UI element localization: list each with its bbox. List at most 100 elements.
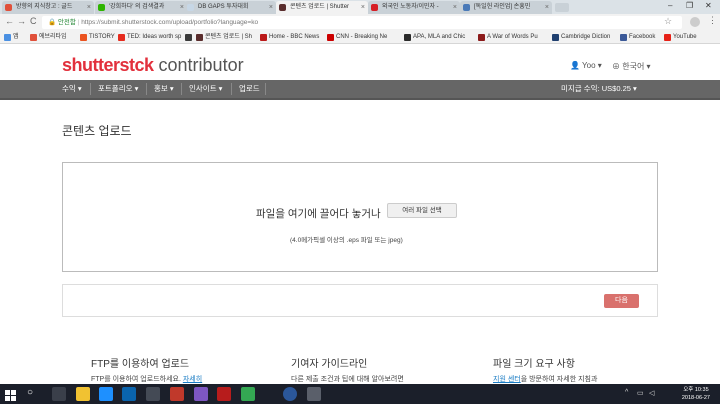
tray-chevron-icon[interactable]: ^: [625, 389, 628, 396]
shutterstock-logo[interactable]: shutterstck contributor: [62, 55, 244, 76]
contributor-guidelines-text: 다른 제출 조건과 팁에 대해 알아보려면: [291, 376, 404, 383]
next-button[interactable]: 다음: [604, 294, 639, 308]
nav-promote[interactable]: 홍보 ▾: [154, 80, 174, 98]
ftp-learn-more-link[interactable]: 자세히: [183, 376, 202, 383]
bookmark-icon: [30, 34, 37, 41]
bookmark-label: TED: Ideas worth sp: [127, 34, 182, 40]
nav-earnings[interactable]: 수익 ▾: [62, 80, 82, 98]
nav-bottom-border: [0, 98, 720, 100]
tab-label: DB GAPS 투자대회: [198, 4, 249, 10]
clock-time: 오후 10:35: [683, 387, 709, 393]
user-menu[interactable]: 👤 Yoo ▾: [570, 61, 602, 70]
pending-earnings[interactable]: 미지급 수익: US$0.25 ▾: [561, 80, 637, 98]
tab-close-icon[interactable]: ×: [87, 1, 91, 14]
nav-divider: [90, 83, 91, 95]
bookmark-label: CNN - Breaking Ne: [336, 34, 388, 40]
bookmark-label: 콘텐츠 업로드 | Sh: [205, 34, 253, 40]
browser-tab-active[interactable]: 콘텐츠 업로드 | Shutter ×: [276, 1, 368, 14]
tab-label: 방향의 지식창고 : 글드: [16, 4, 73, 10]
taskbar-app-icon[interactable]: [241, 387, 255, 401]
taskbar-app-icon[interactable]: [170, 387, 184, 401]
tab-label: [독일헌 라인업] 손흥민: [474, 4, 531, 10]
back-arrow-icon[interactable]: ←: [5, 16, 14, 26]
nav-upload[interactable]: 업로드: [239, 80, 260, 98]
upload-action-bar: [62, 284, 658, 317]
bookmark-item[interactable]: 콘텐츠 업로드 | Sh: [196, 33, 252, 42]
bookmark-item[interactable]: CNN - Breaking Ne: [327, 33, 387, 42]
browser-tab[interactable]: 외국인 노동자/이민자 - ×: [368, 1, 460, 14]
bookmark-label: A War of Words Pu: [487, 34, 538, 40]
search-icon[interactable]: ○: [27, 387, 39, 401]
browser-tab[interactable]: DB GAPS 투자대회 ×: [184, 1, 276, 14]
bookmark-item[interactable]: Home - BBC News: [260, 33, 319, 42]
word-icon[interactable]: [307, 387, 321, 401]
ftp-upload-text: FTP를 이용하여 업로드하세요. 자세히: [91, 374, 202, 384]
forward-arrow-icon[interactable]: →: [17, 16, 26, 26]
tab-label: '강희하다' 의 검색결과: [109, 4, 165, 10]
nav-portfolio[interactable]: 포트폴리오 ▾: [98, 80, 138, 98]
taskbar-app-icon[interactable]: [194, 387, 208, 401]
nav-insights[interactable]: 인사이트 ▾: [189, 80, 222, 98]
tab-label: 외국인 노동자/이민자 -: [382, 4, 439, 10]
bookmark-label: Cambridge Diction: [561, 34, 611, 40]
reload-icon[interactable]: C: [30, 16, 37, 26]
select-files-button[interactable]: 여러 파일 선택: [387, 203, 457, 218]
bookmark-item[interactable]: A War of Words Pu: [478, 33, 538, 42]
browser-tab[interactable]: '강희하다' 의 검색결과 ×: [95, 1, 187, 14]
bookmark-label: 앱: [13, 34, 19, 40]
bookmarks-bar: 앱 에브리타임 TISTORY TED: Ideas worth sp 콘텐츠 …: [0, 31, 720, 44]
windows-icon[interactable]: [5, 388, 16, 401]
chrome-icon[interactable]: [283, 387, 297, 401]
nav-divider: [146, 83, 147, 95]
bookmark-item[interactable]: TISTORY: [80, 33, 115, 42]
bookmark-item[interactable]: 앱: [4, 33, 19, 42]
internet-explorer-icon[interactable]: [99, 387, 113, 401]
language-label: 한국어 ▾: [622, 62, 651, 71]
bookmark-item[interactable]: 에브리타임: [30, 33, 67, 42]
taskbar-clock[interactable]: 오후 10:35 2018-06-27: [682, 386, 710, 402]
close-window-icon[interactable]: ✕: [705, 1, 712, 10]
tab-close-icon[interactable]: ×: [361, 1, 365, 14]
browser-tab-strip: 방향의 지식창고 : 글드 × '강희하다' 의 검색결과 × DB GAPS 투자…: [0, 0, 720, 14]
outlook-icon[interactable]: [122, 387, 136, 401]
task-view-icon[interactable]: [52, 387, 66, 401]
user-icon: 👤: [570, 61, 580, 70]
bookmark-label: Facebook: [629, 34, 656, 40]
user-name: Yoo ▾: [582, 61, 602, 70]
browser-tab[interactable]: [독일헌 라인업] 손흥민 ×: [460, 1, 552, 14]
star-icon[interactable]: ☆: [664, 16, 672, 27]
support-center-link[interactable]: 지원 센터: [493, 376, 521, 383]
volume-icon[interactable]: ◁: [649, 389, 654, 397]
bookmark-item[interactable]: TED: Ideas worth sp: [118, 33, 181, 42]
nav-divider: [181, 83, 182, 95]
restore-icon[interactable]: ❐: [686, 1, 693, 10]
bookmark-item[interactable]: Cambridge Diction: [552, 33, 610, 42]
bookmark-icon: [552, 34, 559, 41]
bookmark-icon: [80, 34, 87, 41]
tab-close-icon[interactable]: ×: [269, 1, 273, 14]
lock-icon: 🔒: [48, 19, 57, 26]
taskbar-app-icon[interactable]: [217, 387, 231, 401]
network-icon[interactable]: ▭: [637, 389, 644, 397]
tab-close-icon[interactable]: ×: [453, 1, 457, 14]
bookmark-item[interactable]: YouTube: [664, 33, 697, 42]
extension-icon[interactable]: [690, 17, 700, 27]
url-divider: |: [77, 19, 80, 26]
taskbar-app-icon[interactable]: [331, 387, 345, 401]
bookmark-item[interactable]: APA, MLA and Chic: [404, 33, 465, 42]
bookmark-label: TISTORY: [89, 34, 115, 40]
file-explorer-icon[interactable]: [76, 387, 90, 401]
bookmark-label: YouTube: [673, 34, 697, 40]
bookmark-item[interactable]: Facebook: [620, 33, 655, 42]
tab-close-icon[interactable]: ×: [545, 1, 549, 14]
menu-icon[interactable]: ⋮: [708, 15, 717, 26]
language-menu[interactable]: ⊕ 한국어 ▾: [612, 61, 651, 72]
main-nav: 수익 ▾ 포트폴리오 ▾ 홍보 ▾ 인사이트 ▾ 업로드 미지급 수익: US$…: [0, 80, 720, 100]
new-tab-button[interactable]: [555, 3, 569, 12]
browser-tab[interactable]: 방향의 지식창고 : 글드 ×: [2, 1, 94, 14]
bookmark-icon: [664, 34, 671, 41]
url-input[interactable]: 🔒 안전함 | https://submit.shutterstock.com/…: [42, 16, 682, 29]
taskbar-app-icon[interactable]: [146, 387, 160, 401]
minimize-icon[interactable]: –: [668, 1, 672, 10]
ftp-upload-desc: FTP를 이용하여 업로드하세요.: [91, 376, 183, 383]
